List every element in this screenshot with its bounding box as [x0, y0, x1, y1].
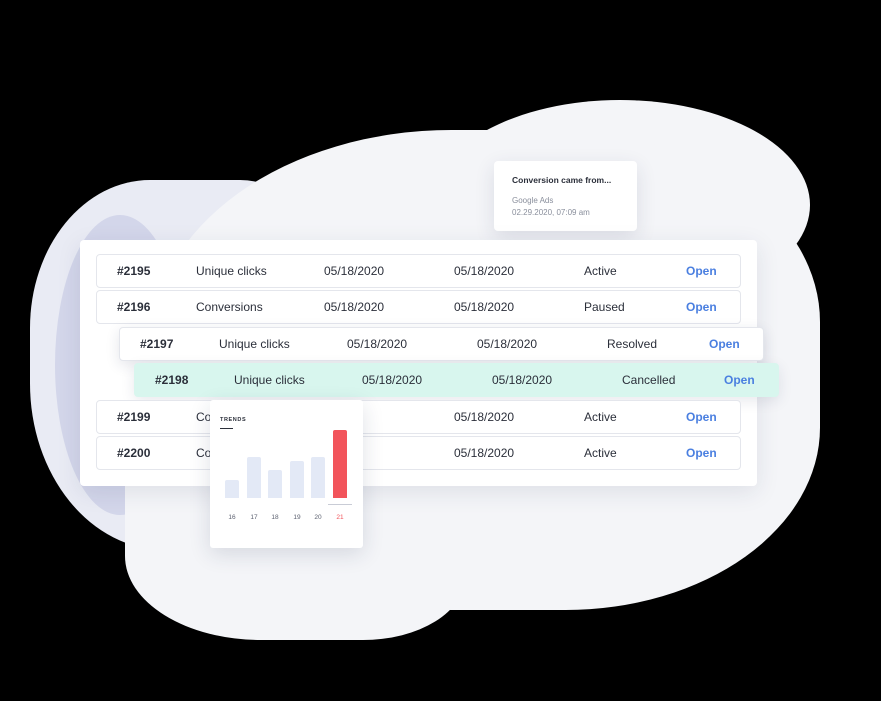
notification-timestamp: 02.29.2020, 07:09 am	[512, 208, 590, 217]
row-date-end: 05/18/2020	[454, 264, 515, 278]
trends-title: TRENDS	[220, 417, 247, 423]
trend-bar	[247, 457, 261, 498]
table-row-selected: #2198 Unique clicks 05/18/2020 05/18/202…	[134, 363, 779, 397]
open-link[interactable]: Open	[686, 410, 717, 424]
trends-card: TRENDS 16 17 18 19 20 21	[210, 400, 363, 548]
row-date-start: 05/18/2020	[347, 337, 408, 351]
row-status: Active	[584, 264, 617, 278]
notification-card: Conversion came from... Google Ads 02.29…	[494, 161, 637, 231]
row-date-end: 05/18/2020	[477, 337, 538, 351]
notification-source: Google Ads	[512, 196, 554, 205]
row-date-start: 05/18/2020	[362, 373, 423, 387]
open-link[interactable]: Open	[686, 264, 717, 278]
row-date-end: 05/18/2020	[454, 300, 515, 314]
row-id: #2200	[117, 446, 151, 460]
notification-title: Conversion came from...	[512, 175, 612, 185]
trend-bar	[311, 457, 325, 498]
trend-bar	[268, 470, 282, 498]
trend-tick-label: 19	[293, 514, 301, 521]
table-row: #2200 Co 20 05/18/2020 Active Open	[96, 436, 741, 470]
row-id: #2195	[117, 264, 151, 278]
row-id: #2197	[140, 337, 174, 351]
row-date-start: 05/18/2020	[324, 264, 385, 278]
trend-tick-label: 18	[271, 514, 279, 521]
row-id: #2199	[117, 410, 151, 424]
open-link[interactable]: Open	[709, 337, 740, 351]
row-status: Active	[584, 410, 617, 424]
row-date-end: 05/18/2020	[454, 410, 515, 424]
row-metric: Conversions	[196, 300, 263, 314]
table-row: #2196 Conversions 05/18/2020 05/18/2020 …	[96, 290, 741, 324]
trend-active-baseline	[328, 504, 352, 505]
open-link[interactable]: Open	[686, 446, 717, 460]
row-date-start: 05/18/2020	[324, 300, 385, 314]
row-status: Paused	[584, 300, 625, 314]
trends-title-underline	[220, 428, 233, 429]
row-metric: Unique clicks	[234, 373, 305, 387]
row-id: #2196	[117, 300, 151, 314]
row-metric: Unique clicks	[219, 337, 290, 351]
table-row: #2199 Co 20 05/18/2020 Active Open	[96, 400, 741, 434]
open-link[interactable]: Open	[724, 373, 755, 387]
row-date-end: 05/18/2020	[454, 446, 515, 460]
trend-bar	[290, 461, 304, 498]
open-link[interactable]: Open	[686, 300, 717, 314]
trend-bar	[333, 430, 347, 498]
trend-bar	[225, 480, 239, 498]
row-date-end: 05/18/2020	[492, 373, 553, 387]
table-row: #2197 Unique clicks 05/18/2020 05/18/202…	[119, 327, 764, 361]
row-id: #2198	[155, 373, 189, 387]
row-metric: Unique clicks	[196, 264, 267, 278]
trend-tick-label: 20	[314, 514, 322, 521]
trend-tick-label: 17	[250, 514, 258, 521]
table-row: #2195 Unique clicks 05/18/2020 05/18/202…	[96, 254, 741, 288]
trend-tick-label: 21	[336, 514, 344, 521]
row-status: Resolved	[607, 337, 658, 351]
row-status: Active	[584, 446, 617, 460]
row-status: Cancelled	[622, 373, 676, 387]
trend-tick-label: 16	[228, 514, 236, 521]
